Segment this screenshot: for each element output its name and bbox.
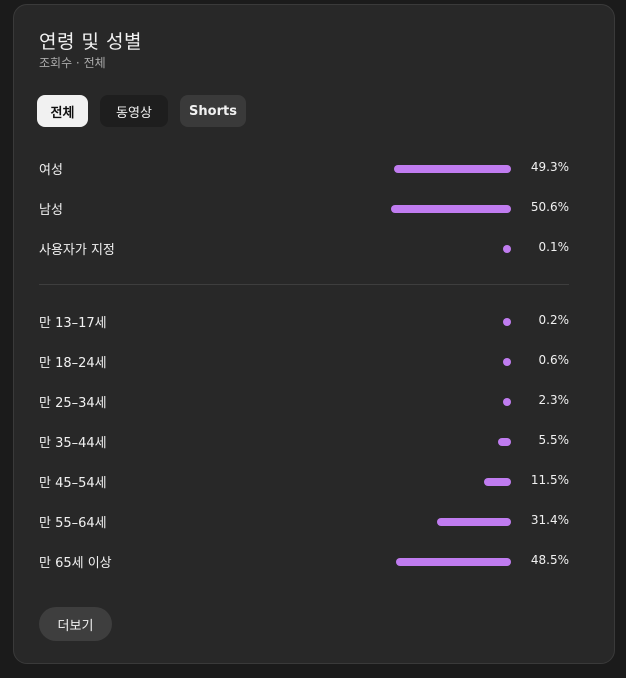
card-title: 연령 및 성별	[39, 31, 142, 53]
gender-percent: 0.1%	[538, 240, 570, 254]
card-subtitle: 조회수 · 전체	[39, 56, 106, 70]
gender-row: 사용자가 지정 0.1%	[39, 239, 569, 259]
age-row: 만 18–24세 0.6%	[39, 352, 569, 372]
age-bar	[436, 518, 511, 526]
age-gender-card: 연령 및 성별 조회수 · 전체 전체 동영상 Shorts 여성 49.3% 남성…	[13, 4, 615, 664]
section-divider	[39, 284, 569, 285]
age-percent: 0.2%	[538, 313, 570, 327]
gender-percent: 50.6%	[530, 200, 569, 214]
age-row: 만 65세 이상 48.5%	[39, 552, 569, 572]
age-bar	[395, 558, 511, 566]
age-row: 만 13–17세 0.2%	[39, 312, 569, 332]
age-bar	[503, 398, 511, 406]
gender-bar	[391, 205, 511, 213]
age-label: 만 55–64세	[39, 516, 107, 531]
tab-all[interactable]: 전체	[37, 95, 88, 127]
age-label: 만 18–24세	[39, 356, 107, 371]
gender-label: 여성	[39, 163, 63, 178]
age-bar	[497, 438, 511, 446]
age-bar	[503, 318, 511, 326]
tab-videos[interactable]: 동영상	[100, 95, 168, 127]
age-bar	[483, 478, 511, 486]
gender-bar	[394, 165, 511, 173]
age-bar	[503, 358, 511, 366]
show-more-button[interactable]: 더보기	[39, 607, 112, 641]
age-label: 만 25–34세	[39, 396, 107, 411]
age-percent: 0.6%	[538, 353, 570, 367]
age-percent: 5.5%	[538, 433, 570, 447]
age-row: 만 35–44세 5.5%	[39, 432, 569, 452]
gender-row: 여성 49.3%	[39, 159, 569, 179]
age-percent: 11.5%	[530, 473, 569, 487]
age-percent: 48.5%	[530, 553, 569, 567]
age-percent: 31.4%	[530, 513, 569, 527]
age-percent: 2.3%	[538, 393, 570, 407]
gender-label: 남성	[39, 203, 63, 218]
age-row: 만 45–54세 11.5%	[39, 472, 569, 492]
gender-label: 사용자가 지정	[39, 243, 115, 258]
age-label: 만 13–17세	[39, 316, 107, 331]
gender-row: 남성 50.6%	[39, 199, 569, 219]
gender-percent: 49.3%	[530, 160, 569, 174]
tab-shorts[interactable]: Shorts	[180, 95, 246, 127]
gender-bar	[503, 245, 511, 253]
age-label: 만 45–54세	[39, 476, 107, 491]
age-row: 만 25–34세 2.3%	[39, 392, 569, 412]
age-label: 만 65세 이상	[39, 556, 112, 571]
age-label: 만 35–44세	[39, 436, 107, 451]
age-row: 만 55–64세 31.4%	[39, 512, 569, 532]
